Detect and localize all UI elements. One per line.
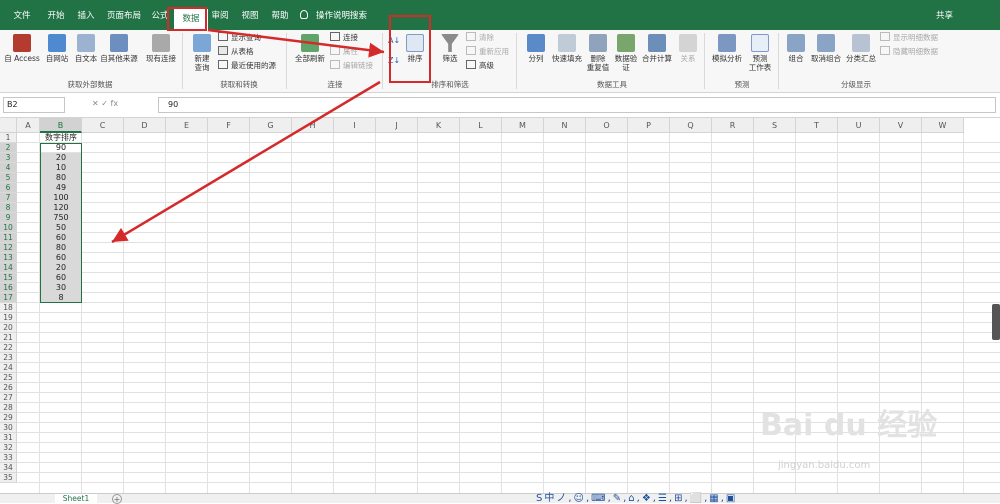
- side-scroll-handle[interactable]: [992, 304, 1000, 340]
- watermark: Bai du 经验: [760, 408, 938, 443]
- ime-toolbar: S中ノ,☺,⌨,✎,⌂,❖,☰,⊞,⬜,▦,▣: [536, 493, 738, 504]
- arrow-to-sort: [207, 28, 385, 58]
- watermark-url: jingyan.baidu.com: [778, 460, 871, 471]
- arrow-to-column: [111, 80, 381, 244]
